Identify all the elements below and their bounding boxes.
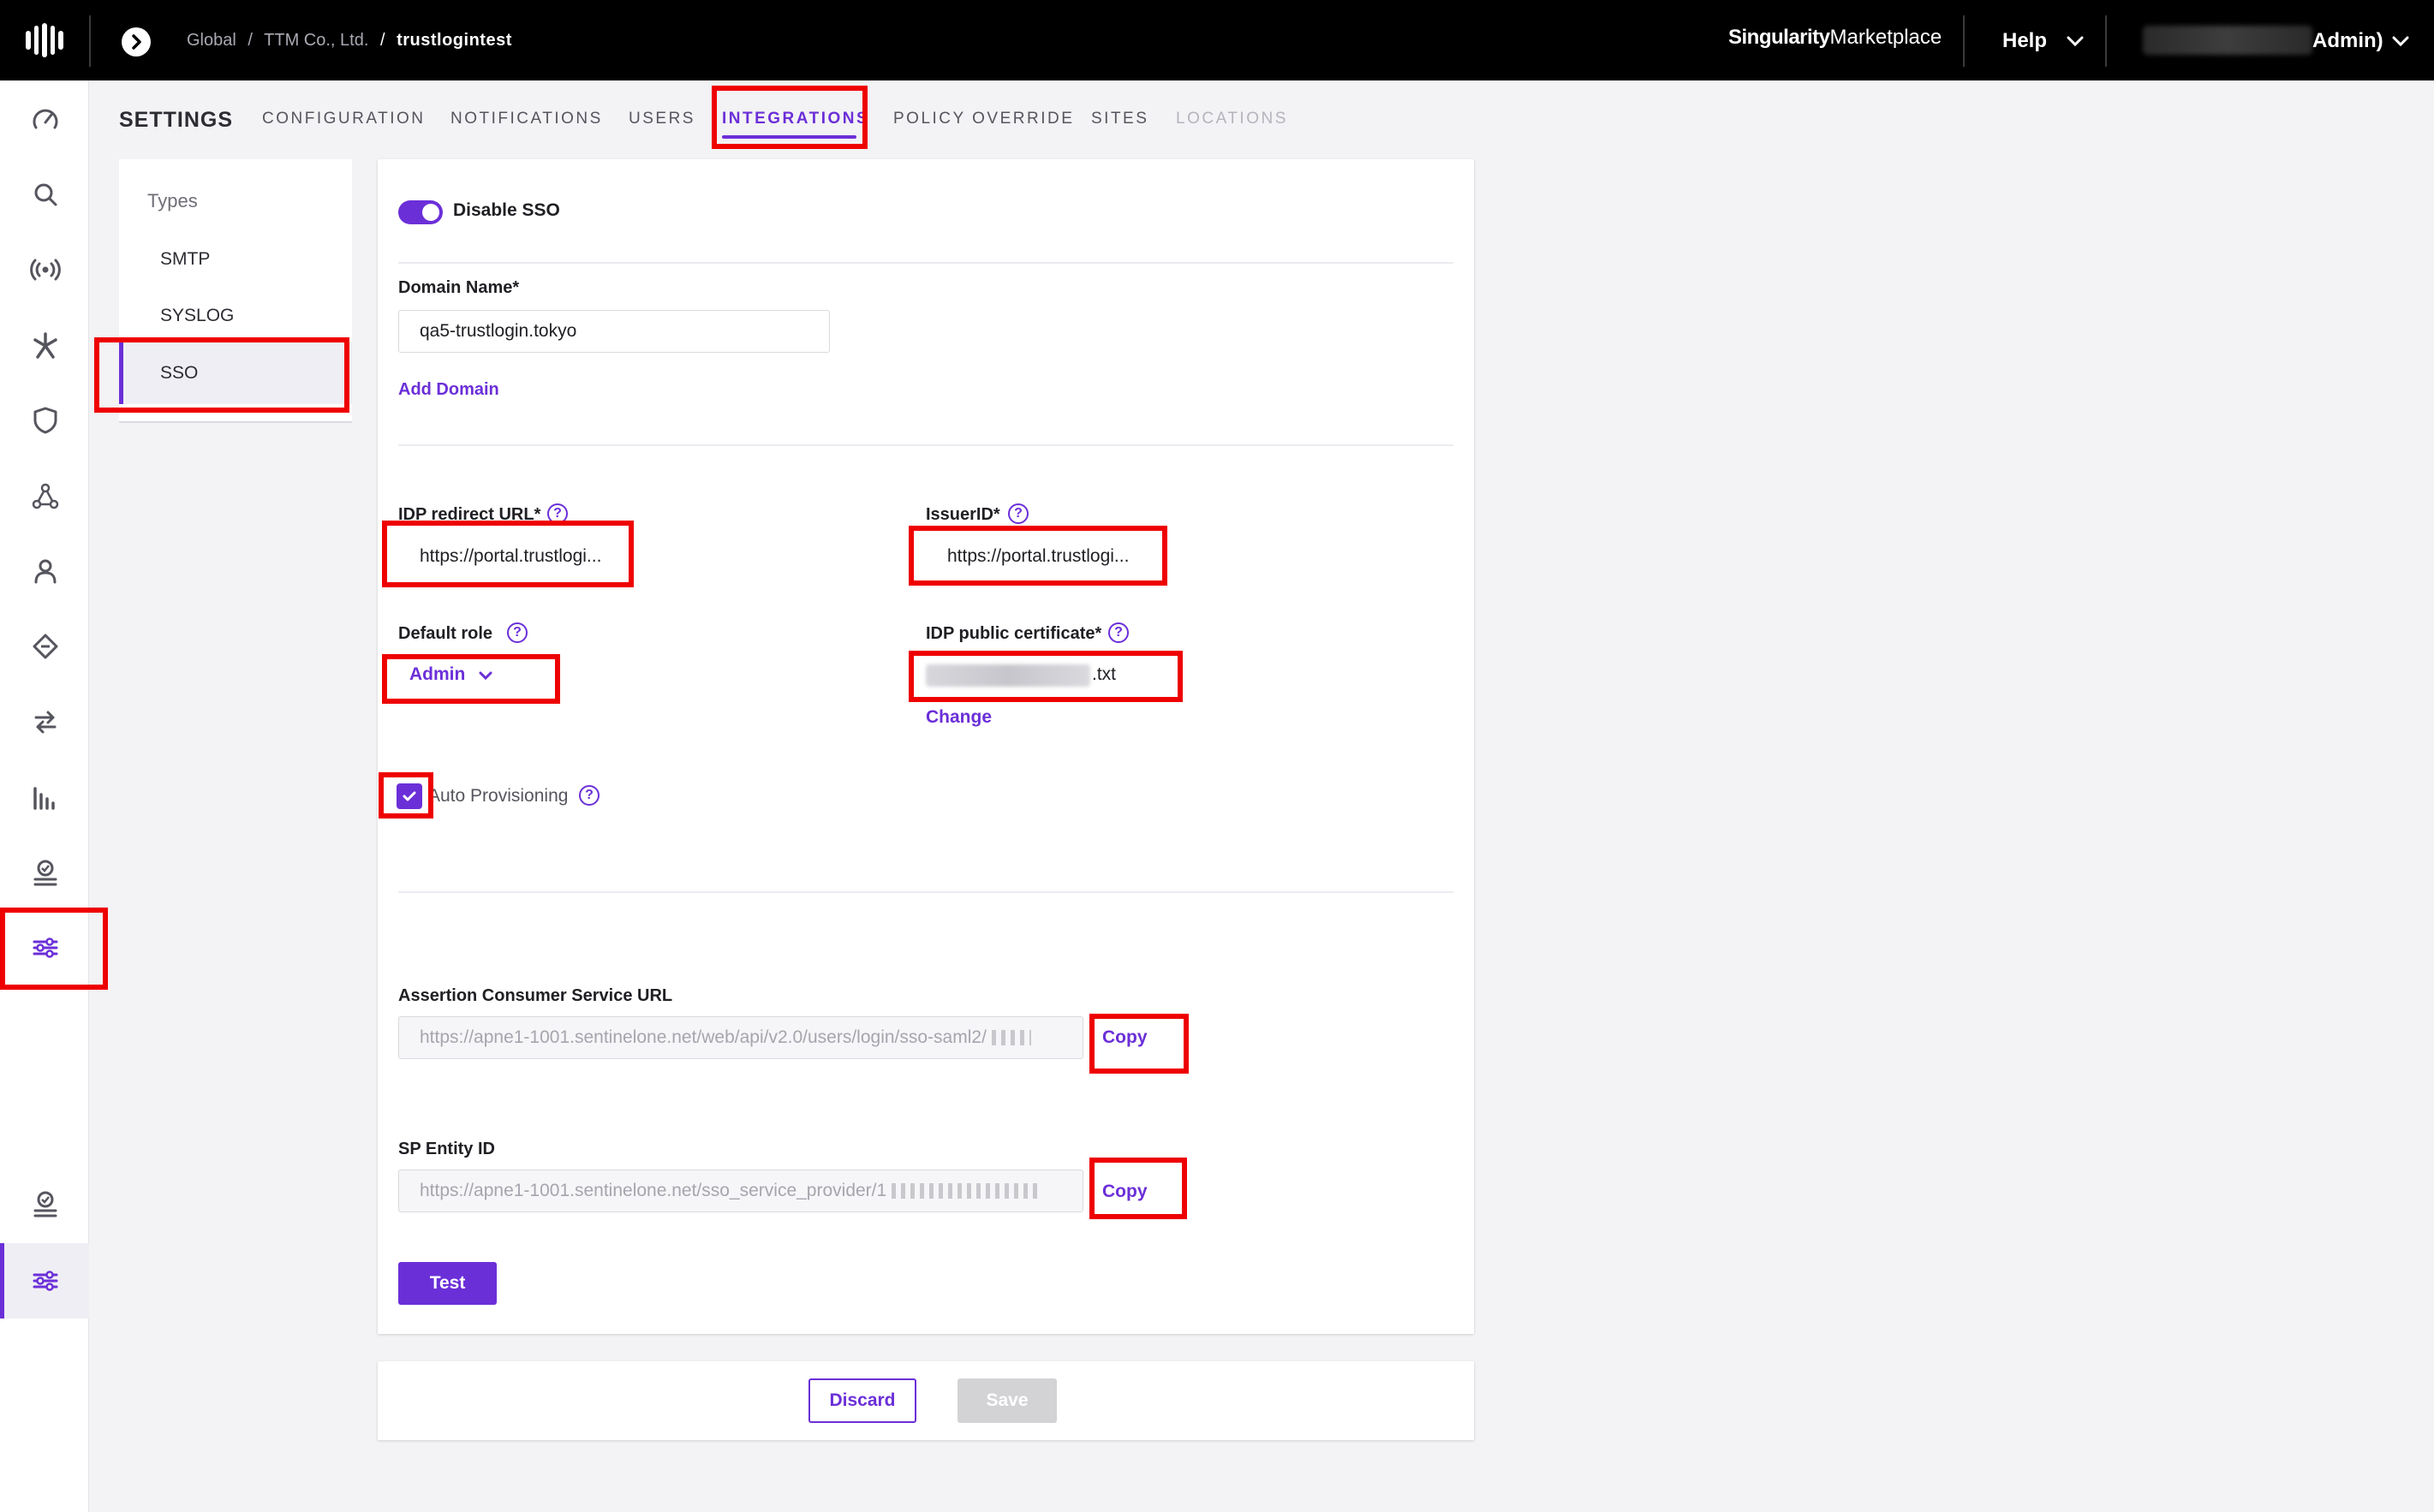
tab-locations: LOCATIONS — [1176, 110, 1288, 128]
search-icon[interactable] — [29, 178, 62, 211]
sp-entity-id-label: SP Entity ID — [398, 1140, 495, 1158]
stamp-icon[interactable] — [29, 1188, 62, 1221]
redacted-text — [892, 1183, 1043, 1199]
marketplace-link[interactable]: SingularityMarketplace — [1728, 26, 1942, 50]
chart-icon[interactable] — [29, 782, 62, 814]
acs-url-value: https://apne1-1001.sentinelone.net/web/a… — [420, 1027, 987, 1047]
breadcrumb-separator: / — [379, 31, 385, 50]
disable-sso-toggle[interactable] — [398, 200, 443, 224]
tab-notifications[interactable]: NOTIFICATIONS — [450, 110, 603, 128]
user-icon[interactable] — [29, 555, 62, 587]
shield-icon[interactable] — [29, 404, 62, 437]
stamp-icon[interactable] — [29, 857, 62, 890]
redacted-text — [991, 1030, 1031, 1045]
disable-sso-label: Disable SSO — [453, 200, 560, 220]
breadcrumb: Global / TTM Co., Ltd. / trustlogintest — [187, 31, 512, 51]
idp-cert-label: IDP public certificate* — [926, 624, 1102, 643]
default-role-label: Default role — [398, 624, 493, 643]
dashboard-icon[interactable] — [29, 104, 62, 136]
annotation-box — [382, 654, 560, 704]
divider — [398, 444, 1453, 446]
divider — [398, 262, 1453, 264]
annotation-box — [1089, 1158, 1187, 1219]
tab-configuration[interactable]: CONFIGURATION — [262, 110, 425, 128]
annotation-box — [712, 86, 868, 149]
tab-sites[interactable]: SITES — [1091, 110, 1148, 128]
add-domain-link[interactable]: Add Domain — [398, 380, 499, 400]
save-button: Save — [957, 1378, 1057, 1423]
divider — [89, 15, 91, 67]
sparkle-icon[interactable] — [29, 330, 62, 362]
help-icon[interactable]: ? — [1008, 503, 1029, 524]
page-title: SETTINGS — [119, 108, 234, 132]
breadcrumb-separator: / — [248, 31, 253, 50]
user-role[interactable]: Admin) — [2312, 29, 2383, 53]
acs-url-field: https://apne1-1001.sentinelone.net/web/a… — [398, 1016, 1083, 1059]
help-icon[interactable]: ? — [579, 785, 600, 806]
user-name-redacted — [2143, 26, 2312, 55]
diamond-icon[interactable] — [29, 630, 62, 663]
footer-card — [378, 1361, 1474, 1440]
breadcrumb-global[interactable]: Global — [187, 31, 236, 50]
chevron-down-icon[interactable] — [2388, 26, 2413, 59]
rail-active-indicator — [0, 1243, 4, 1319]
help-icon[interactable]: ? — [1108, 622, 1129, 643]
types-title: Types — [147, 190, 198, 211]
domain-name-label: Domain Name* — [398, 278, 520, 297]
sliders-icon[interactable] — [29, 1265, 62, 1297]
broadcast-icon[interactable] — [29, 253, 62, 286]
annotation-box — [909, 526, 1167, 586]
sync-icon[interactable] — [29, 705, 62, 738]
annotation-box — [0, 908, 108, 990]
annotation-box — [382, 521, 634, 587]
test-button[interactable]: Test — [398, 1262, 497, 1305]
help-menu[interactable]: Help — [2002, 29, 2047, 53]
help-icon[interactable]: ? — [507, 622, 528, 643]
tab-policy-override[interactable]: POLICY OVERRIDE — [893, 110, 1074, 128]
tab-users[interactable]: USERS — [629, 110, 695, 128]
annotation-box — [379, 772, 433, 819]
change-cert-link[interactable]: Change — [926, 707, 992, 728]
marketplace-label: Marketplace — [1829, 26, 1942, 49]
annotation-box — [94, 337, 349, 413]
acs-url-label: Assertion Consumer Service URL — [398, 986, 673, 1005]
divider — [1963, 15, 1965, 67]
top-bar: Global / TTM Co., Ltd. / trustlogintest … — [0, 0, 2434, 80]
sp-entity-id-value: https://apne1-1001.sentinelone.net/sso_s… — [420, 1181, 887, 1200]
annotation-box — [909, 651, 1183, 702]
breadcrumb-account[interactable]: TTM Co., Ltd. — [264, 31, 368, 50]
discard-button[interactable]: Discard — [808, 1378, 916, 1423]
graph-icon[interactable] — [29, 480, 62, 513]
domain-name-input[interactable]: qa5-trustlogin.tokyo — [398, 310, 830, 353]
divider — [119, 421, 352, 423]
type-item-smtp[interactable]: SMTP — [160, 249, 210, 270]
logo-icon[interactable] — [26, 21, 63, 60]
auto-provisioning-label: Auto Provisioning — [428, 786, 569, 806]
marketplace-brand: Singularity — [1728, 26, 1830, 49]
issuer-id-label: IssuerID* — [926, 505, 1000, 524]
sp-entity-id-field: https://apne1-1001.sentinelone.net/sso_s… — [398, 1170, 1083, 1212]
divider — [398, 891, 1453, 893]
divider — [2105, 15, 2107, 67]
annotation-box — [1089, 1014, 1189, 1074]
type-item-syslog[interactable]: SYSLOG — [160, 306, 234, 326]
chevron-down-icon[interactable] — [2062, 26, 2088, 59]
breadcrumb-site[interactable]: trustlogintest — [397, 31, 512, 50]
expand-icon[interactable] — [122, 27, 151, 57]
